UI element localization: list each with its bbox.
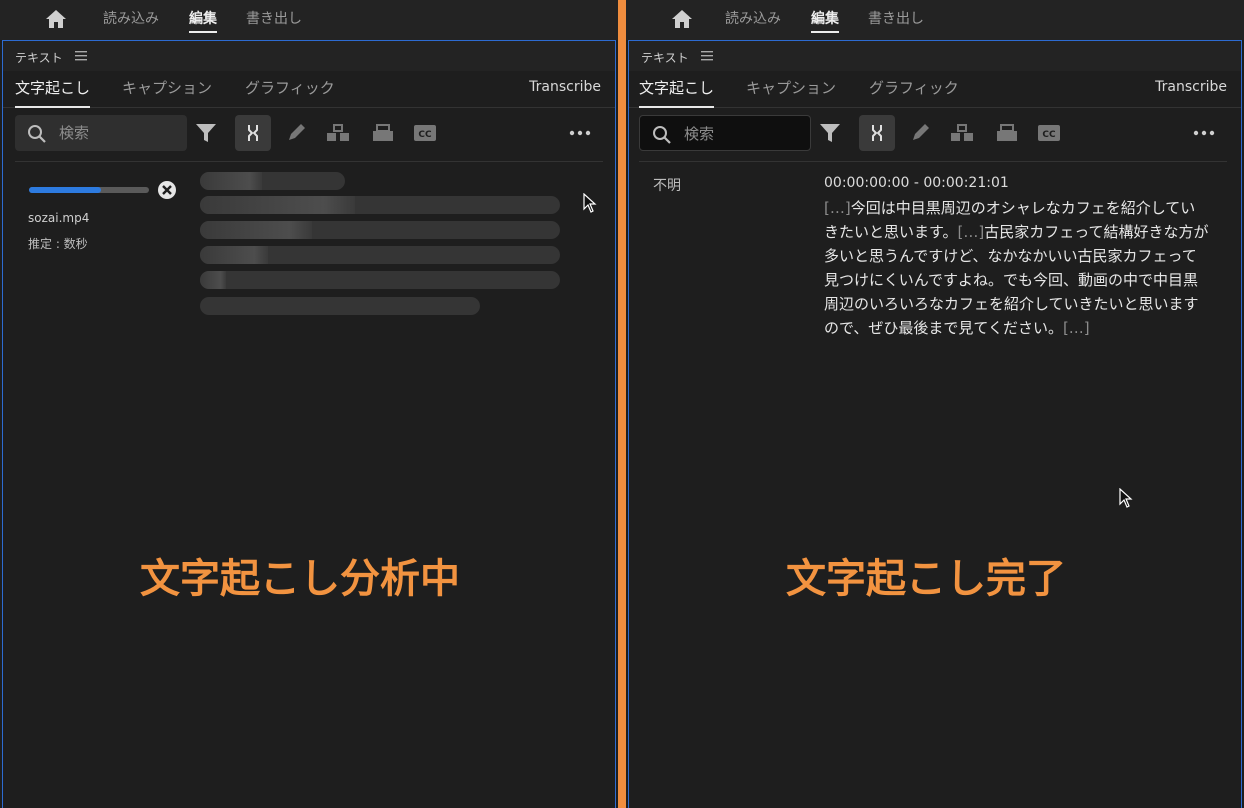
loading-placeholder	[200, 172, 345, 190]
pencil-icon[interactable]	[284, 121, 310, 145]
panel-tabs: 文字起こし キャプション グラフィック Transcribe	[3, 71, 615, 108]
hamburger-menu-icon[interactable]	[75, 50, 87, 61]
more-options-icon[interactable]	[567, 121, 593, 145]
text-panel: テキスト 文字起こし キャプション グラフィック Transcribe	[2, 40, 616, 808]
home-icon[interactable]	[670, 8, 694, 30]
search-input[interactable]	[57, 121, 181, 145]
pane-divider	[618, 0, 626, 808]
toolbar	[629, 113, 1241, 162]
home-icon[interactable]	[44, 8, 68, 30]
more-options-icon[interactable]	[1191, 121, 1217, 145]
text-panel: テキスト 文字起こし キャプション グラフィック Transcribe	[628, 40, 1242, 808]
transcribe-button[interactable]: Transcribe	[529, 79, 601, 95]
split-segment-icon[interactable]	[949, 121, 975, 145]
cc-icon[interactable]	[1036, 121, 1062, 145]
search-icon	[27, 124, 47, 144]
nav-export[interactable]: 書き出し	[246, 8, 302, 28]
transcription-progress-bar	[29, 187, 149, 193]
loading-placeholder	[200, 221, 560, 239]
merge-button[interactable]	[235, 115, 271, 151]
panel-title: テキスト	[15, 51, 63, 65]
search-icon	[652, 125, 672, 145]
toolbar	[3, 113, 615, 162]
split-segment-icon[interactable]	[325, 121, 351, 145]
cancel-icon[interactable]	[157, 180, 177, 200]
search-box[interactable]	[15, 115, 187, 151]
speaker-label[interactable]: 不明	[653, 175, 681, 195]
estimated-time: 推定 : 数秒	[28, 237, 88, 251]
status-label-analyzing: 文字起こし分析中	[140, 556, 460, 602]
tab-graphics[interactable]: グラフィック	[245, 77, 335, 98]
status-label-complete: 文字起こし完了	[786, 556, 1066, 602]
hamburger-menu-icon[interactable]	[701, 50, 713, 61]
cc-icon[interactable]	[412, 121, 438, 145]
pencil-icon[interactable]	[908, 121, 934, 145]
toolbar-divider	[639, 161, 1227, 162]
loading-placeholder	[200, 246, 560, 264]
silence-marker: […]	[1062, 319, 1090, 337]
filter-icon[interactable]	[817, 121, 843, 145]
silence-marker: […]	[824, 199, 851, 217]
toolbar-divider	[15, 161, 603, 162]
pane-left: 読み込み 編集 書き出し テキスト 文字起こし キャプション グラフィック Tr…	[0, 0, 618, 808]
progress-fill	[29, 187, 101, 193]
tab-captions[interactable]: キャプション	[122, 77, 212, 98]
nav-edit[interactable]: 編集	[189, 8, 217, 33]
panel-header: テキスト	[3, 41, 615, 71]
filter-icon[interactable]	[193, 121, 219, 145]
nav-import[interactable]: 読み込み	[103, 8, 159, 28]
mouse-cursor-icon	[1119, 488, 1133, 508]
loading-placeholder	[200, 297, 480, 315]
transcribe-button[interactable]: Transcribe	[1155, 79, 1227, 95]
search-box[interactable]	[639, 115, 811, 151]
merge-button[interactable]	[859, 115, 895, 151]
nav-export[interactable]: 書き出し	[868, 8, 924, 28]
panel-tabs: 文字起こし キャプション グラフィック Transcribe	[629, 71, 1241, 108]
pane-right: 読み込み 編集 書き出し テキスト 文字起こし キャプション グラフィック Tr…	[626, 0, 1244, 808]
tab-graphics[interactable]: グラフィック	[869, 77, 959, 98]
merge-segments-icon[interactable]	[994, 121, 1020, 145]
mouse-cursor-icon	[583, 193, 597, 213]
panel-header: テキスト	[629, 41, 1241, 71]
loading-placeholder	[200, 271, 560, 289]
nav-edit[interactable]: 編集	[811, 8, 839, 33]
silence-marker: […]	[957, 223, 985, 241]
merge-icon	[240, 121, 266, 145]
tab-transcript[interactable]: 文字起こし	[639, 77, 715, 108]
merge-icon	[864, 121, 890, 145]
file-name: sozai.mp4	[28, 211, 90, 225]
top-nav: 読み込み 編集 書き出し	[0, 0, 618, 40]
timecode: 00:00:00:00 - 00:00:21:01	[824, 175, 1009, 191]
search-input[interactable]	[682, 122, 806, 146]
loading-placeholder	[200, 196, 560, 214]
panel-title: テキスト	[641, 51, 689, 65]
merge-segments-icon[interactable]	[370, 121, 396, 145]
nav-import[interactable]: 読み込み	[725, 8, 781, 28]
top-nav: 読み込み 編集 書き出し	[626, 0, 1244, 40]
tab-transcript[interactable]: 文字起こし	[15, 77, 91, 108]
transcript-text[interactable]: […]今回は中目黒周辺のオシャレなカフェを紹介していきたいと思います。[…]古民…	[824, 196, 1209, 340]
tab-captions[interactable]: キャプション	[746, 77, 836, 98]
